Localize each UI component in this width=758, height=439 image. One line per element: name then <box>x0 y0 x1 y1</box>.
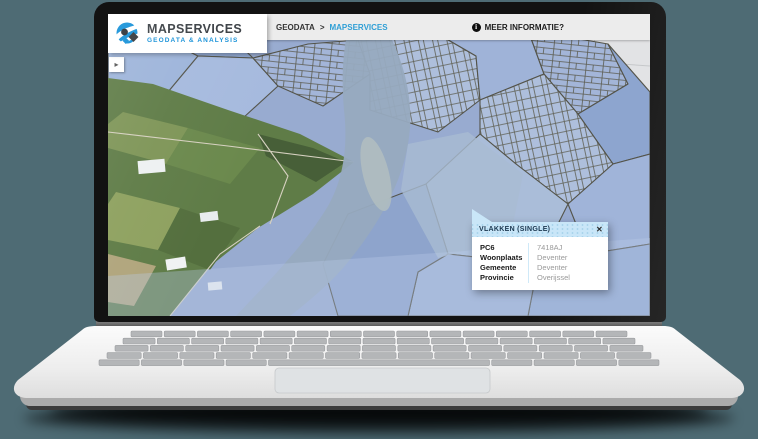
popup-title: VLAKKEN (SINGLE) <box>479 226 551 233</box>
info-icon: i <box>471 22 481 32</box>
logo-subtitle: GEODATA & ANALYSIS <box>147 36 239 44</box>
popup-body: PC6 Woonplaats Gemeente Provincie 7418AJ… <box>472 237 608 290</box>
breadcrumb-separator: > <box>319 22 325 32</box>
app-viewport: GEODATA > MAPSERVICES i MEER INFORMATIE?… <box>108 14 650 316</box>
field-label-woonplaats: Woonplaats <box>480 253 523 262</box>
sidebar-toggle-button[interactable]: ▸ <box>109 57 124 72</box>
field-value-woonplaats: Deventer <box>537 253 568 262</box>
popup-field-labels: PC6 Woonplaats Gemeente Provincie <box>472 243 528 283</box>
popup-field-values: 7418AJ Deventer Deventer Overijssel <box>528 243 608 283</box>
laptop-base <box>13 318 745 434</box>
chevron-right-icon: ▸ <box>114 60 119 69</box>
close-icon[interactable]: ✕ <box>596 222 603 237</box>
feature-info-popup: VLAKKEN (SINGLE) ✕ PC6 Woonplaats Gemeen… <box>472 209 608 290</box>
breadcrumb: GEODATA > MAPSERVICES <box>276 23 388 32</box>
popup-header: VLAKKEN (SINGLE) ✕ <box>472 222 608 237</box>
logo-title: MAPSERVICES <box>147 22 243 36</box>
field-label-provincie: Provincie <box>480 273 514 282</box>
breadcrumb-item-mapservices[interactable]: MAPSERVICES <box>329 23 387 32</box>
more-information-label: MEER INFORMATIE? <box>484 22 564 32</box>
mapservices-logo[interactable]: MAPSERVICES GEODATA & ANALYSIS <box>108 14 267 53</box>
field-value-gemeente: Deventer <box>537 263 568 272</box>
page-background: { "window": { "background_color": "#4e6b… <box>0 0 758 439</box>
field-value-provincie: Overijssel <box>537 273 570 282</box>
logo-text: MAPSERVICES GEODATA & ANALYSIS <box>147 23 242 44</box>
field-value-pc6: 7418AJ <box>537 243 563 252</box>
field-label-pc6: PC6 <box>480 243 495 252</box>
breadcrumb-item-geodata[interactable]: GEODATA <box>276 23 315 32</box>
field-label-gemeente: Gemeente <box>480 263 517 272</box>
touchpad <box>274 367 491 394</box>
laptop-screen-bezel: GEODATA > MAPSERVICES i MEER INFORMATIE?… <box>94 2 666 322</box>
mapservices-logo-icon <box>116 22 141 46</box>
more-information-link[interactable]: i MEER INFORMATIE? <box>471 22 564 32</box>
